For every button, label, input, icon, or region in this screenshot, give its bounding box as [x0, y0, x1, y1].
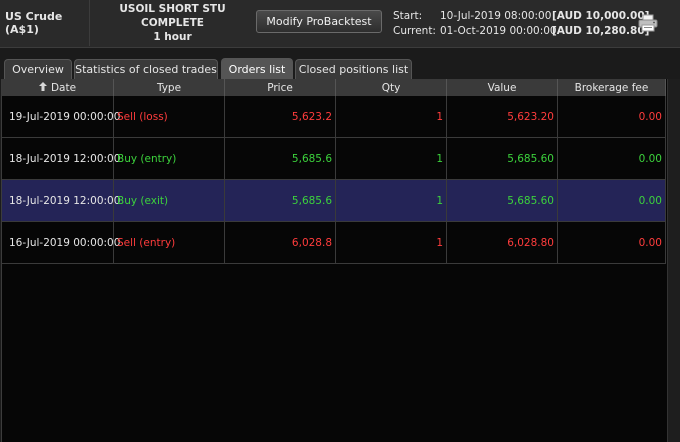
cell-value: 6,028.80 [447, 222, 558, 263]
vertical-scrollbar[interactable] [667, 79, 680, 442]
table-row-selected[interactable]: 18-Jul-2019 12:00:00 Buy (exit) 5,685.6 … [2, 180, 666, 222]
table-header: Date Type Price Qty Value Brokerage fee [2, 79, 666, 96]
cell-date: 16-Jul-2019 00:00:00 [2, 222, 120, 263]
cell-type: Sell (entry) [114, 222, 225, 263]
header-bar: US Crude (A$1) USOIL SHORT STU COMPLETE … [0, 0, 680, 48]
column-header-label: Date [50, 81, 77, 94]
cell-brokerage-fee: 0.00 [558, 180, 666, 221]
cell-price: 5,685.6 [225, 180, 336, 221]
cell-value: 5,623.20 [447, 96, 558, 137]
cell-date: 19-Jul-2019 00:00:00 [2, 96, 120, 137]
orders-table: Date Type Price Qty Value Brokerage fee … [1, 79, 667, 442]
cell-type: Buy (entry) [114, 138, 225, 179]
cell-brokerage-fee: 0.00 [558, 96, 666, 137]
cell-brokerage-fee: 0.00 [558, 138, 666, 179]
table-row[interactable]: 18-Jul-2019 12:00:00 Buy (entry) 5,685.6… [2, 138, 666, 180]
strategy-name: USOIL SHORT STU COMPLETE [119, 3, 226, 29]
table-row[interactable]: 16-Jul-2019 00:00:00 Sell (entry) 6,028.… [2, 222, 666, 264]
cell-price: 5,685.6 [225, 138, 336, 179]
cell-type: Buy (exit) [114, 180, 225, 221]
start-row: Start: 10-Jul-2019 08:00:00 [AUD 10,000.… [393, 9, 649, 24]
column-header-brokerage-fee[interactable]: Brokerage fee [558, 79, 666, 96]
strategy-timeframe: 1 hour [153, 31, 192, 43]
backtest-info: Start: 10-Jul-2019 08:00:00 [AUD 10,000.… [393, 9, 649, 39]
cell-qty: 1 [336, 180, 447, 221]
cell-brokerage-fee: 0.00 [558, 222, 666, 263]
cell-date: 18-Jul-2019 12:00:00 [2, 180, 120, 221]
modify-probacktest-button[interactable]: Modify ProBacktest [256, 10, 382, 33]
cell-type: Sell (loss) [114, 96, 225, 137]
current-label: Current: [393, 25, 436, 37]
column-header-date[interactable]: Date [2, 79, 114, 96]
instrument-label: US Crude (A$1) [0, 0, 90, 46]
cell-date: 18-Jul-2019 12:00:00 [2, 138, 120, 179]
print-icon[interactable] [638, 14, 658, 32]
cell-value: 5,685.60 [447, 138, 558, 179]
strategy-title: USOIL SHORT STU COMPLETE 1 hour [90, 0, 255, 46]
column-header-price[interactable]: Price [225, 79, 336, 96]
cell-price: 5,623.2 [225, 96, 336, 137]
cell-value: 5,685.60 [447, 180, 558, 221]
cell-qty: 1 [336, 138, 447, 179]
cell-qty: 1 [336, 96, 447, 137]
current-amount: [AUD 10,280.80] [552, 25, 650, 37]
column-header-value[interactable]: Value [447, 79, 558, 96]
table-row[interactable]: 19-Jul-2019 00:00:00 Sell (loss) 5,623.2… [2, 96, 666, 138]
column-header-qty[interactable]: Qty [336, 79, 447, 96]
tab-orders-list[interactable]: Orders list [221, 58, 293, 79]
tab-closed-positions-list[interactable]: Closed positions list [295, 59, 412, 79]
start-label: Start: [393, 10, 423, 22]
tab-statistics-closed-trades[interactable]: Statistics of closed trades [74, 59, 218, 79]
column-header-type[interactable]: Type [114, 79, 225, 96]
tab-overview[interactable]: Overview [4, 59, 72, 79]
start-date: 10-Jul-2019 08:00:00 [440, 10, 552, 22]
cell-qty: 1 [336, 222, 447, 263]
current-row: Current: 01-Oct-2019 00:00:00 [AUD 10,28… [393, 24, 649, 39]
cell-price: 6,028.8 [225, 222, 336, 263]
sort-up-icon [38, 81, 47, 94]
start-amount: [AUD 10,000.00] [552, 10, 650, 22]
current-date: 01-Oct-2019 00:00:00 [440, 25, 557, 37]
tab-bar: Overview Statistics of closed trades Ord… [0, 58, 680, 79]
